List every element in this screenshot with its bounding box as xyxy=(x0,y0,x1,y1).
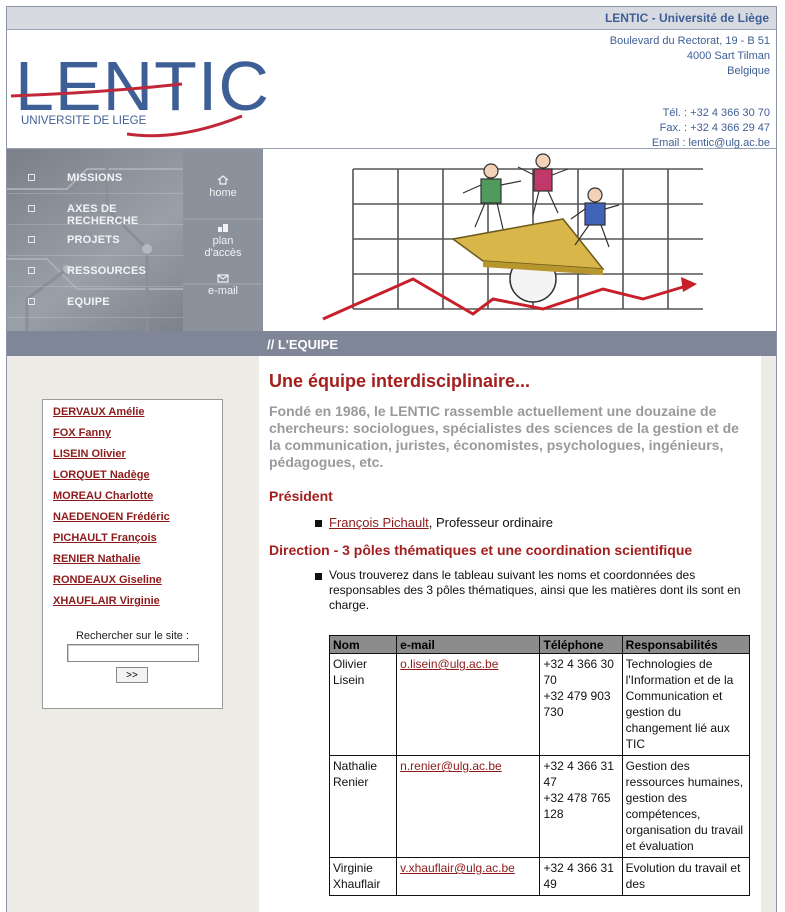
president-role: , Professeur ordinaire xyxy=(428,515,553,530)
main-menu: MISSIONS AXES DE RECHERCHE PROJETS RESSO… xyxy=(7,163,183,318)
bullet-icon xyxy=(28,174,35,181)
intro-paragraph: Fondé en 1986, le LENTIC rassemble actue… xyxy=(269,403,739,470)
logo-subtitle: UNIVERSITE DE LIEGE xyxy=(21,115,147,127)
map-icon xyxy=(218,224,228,232)
site-title: LENTIC - Université de Liège xyxy=(604,11,769,25)
cell-email: o.lisein@ulg.ac.be xyxy=(396,653,541,756)
address-country: Belgique xyxy=(727,65,770,77)
list-item: LISEIN Olivier xyxy=(53,448,222,469)
direction-heading: Direction - 3 pôles thématiques et une c… xyxy=(269,542,693,558)
cell-phone: +32 4 366 30 70 +32 479 903 730 xyxy=(539,653,623,756)
list-item: LORQUET Nadège xyxy=(53,469,222,490)
team-member-link[interactable]: LORQUET Nadège xyxy=(53,469,150,481)
email-link[interactable]: v.xhauflair@ulg.ac.be xyxy=(400,861,515,875)
team-list-box: DERVAUX Amélie FOX Fanny LISEIN Olivier … xyxy=(42,399,223,623)
contact-block: Boulevard du Rectorat, 19 - B 51 4000 Sa… xyxy=(610,34,770,151)
lentic-logo[interactable]: LENTIC UNIVERSITE DE LIEGE xyxy=(7,30,277,148)
list-item: PICHAULT François xyxy=(53,532,222,553)
section-bar: // L'EQUIPE xyxy=(7,331,777,356)
section-title: // L'EQUIPE xyxy=(267,337,338,352)
search-submit-button[interactable]: >> xyxy=(116,667,148,683)
navigation-band: MISSIONS AXES DE RECHERCHE PROJETS RESSO… xyxy=(7,149,777,331)
cell-phone: +32 4 366 31 47 +32 478 765 128 xyxy=(539,755,623,858)
plan-acces-link[interactable]: plan d'accès xyxy=(183,223,263,259)
address-line-1: Boulevard du Rectorat, 19 - B 51 xyxy=(609,35,770,47)
phone-number: Tél. : +32 4 366 30 70 xyxy=(662,107,770,119)
menu-item-projets[interactable]: PROJETS xyxy=(7,225,183,256)
column-header: Téléphone xyxy=(539,635,623,654)
list-item: DERVAUX Amélie xyxy=(53,406,222,427)
cell-phone: +32 4 366 31 49 xyxy=(539,857,623,896)
email-link[interactable]: n.renier@ulg.ac.be xyxy=(400,759,502,773)
team-member-link[interactable]: LISEIN Olivier xyxy=(53,448,126,460)
list-item: FOX Fanny xyxy=(53,427,222,448)
quick-links: home plan d'accès e-mail xyxy=(183,149,263,331)
main-content: Une équipe interdisciplinaire... Fondé e… xyxy=(259,356,761,912)
page: LENTIC - Université de Liège LENTIC UNIV… xyxy=(0,0,785,912)
cell-email: v.xhauflair@ulg.ac.be xyxy=(396,857,541,896)
bullet-icon xyxy=(315,573,322,580)
table-row: Virginie Xhauflair v.xhauflair@ulg.ac.be… xyxy=(328,857,751,896)
team-member-link[interactable]: DERVAUX Amélie xyxy=(53,406,145,418)
cell-name: Nathalie Renier xyxy=(328,755,398,858)
search-box: Rechercher sur le site : >> xyxy=(42,622,223,709)
table-row: Olivier Lisein o.lisein@ulg.ac.be +32 4 … xyxy=(328,653,751,756)
fax-number: Fax. : +32 4 366 29 47 xyxy=(659,122,770,134)
cell-responsibility: Technologies de l'Information et de la C… xyxy=(621,653,751,756)
team-member-link[interactable]: XHAUFLAIR Virginie xyxy=(53,595,160,607)
cell-name: Olivier Lisein xyxy=(328,653,398,756)
right-margin-strip xyxy=(761,356,777,912)
list-item: NAEDENOEN Frédéric xyxy=(53,511,222,532)
email-link[interactable]: e-mail xyxy=(183,273,263,297)
envelope-icon xyxy=(217,274,229,283)
menu-item-missions[interactable]: MISSIONS xyxy=(7,163,183,194)
responsibles-table: Nom e-mail Téléphone Responsabilités Oli… xyxy=(328,635,751,896)
column-header: e-mail xyxy=(396,635,541,654)
hero-illustration xyxy=(263,149,777,331)
list-item: MOREAU Charlotte xyxy=(53,490,222,511)
direction-paragraph: Vous trouverez dans le tableau suivant l… xyxy=(315,568,749,613)
bullet-icon xyxy=(28,298,35,305)
search-label: Rechercher sur le site : xyxy=(75,630,190,642)
left-column: DERVAUX Amélie FOX Fanny LISEIN Olivier … xyxy=(7,356,259,912)
list-item: RONDEAUX Giseline xyxy=(53,574,222,595)
column-header: Nom xyxy=(328,635,398,654)
search-input[interactable] xyxy=(67,644,199,662)
cell-responsibility: Evolution du travail et des xyxy=(621,857,751,896)
list-item: XHAUFLAIR Virginie xyxy=(53,595,222,616)
bullet-icon xyxy=(28,267,35,274)
cell-name: Virginie Xhauflair xyxy=(328,857,398,896)
team-member-link[interactable]: PICHAULT François xyxy=(53,532,157,544)
president-line: François Pichault, Professeur ordinaire xyxy=(315,515,553,530)
cell-email: n.renier@ulg.ac.be xyxy=(396,755,541,858)
email-link[interactable]: o.lisein@ulg.ac.be xyxy=(400,657,498,671)
top-bar: LENTIC - Université de Liège xyxy=(7,7,777,30)
menu-item-equipe[interactable]: EQUIPE xyxy=(7,287,183,318)
menu-item-ressources[interactable]: RESSOURCES xyxy=(7,256,183,287)
bullet-icon xyxy=(28,236,35,243)
table-row: Nathalie Renier n.renier@ulg.ac.be +32 4… xyxy=(328,755,751,858)
bullet-icon xyxy=(315,520,322,527)
logo-wordmark: LENTIC xyxy=(15,47,270,125)
team-member-link[interactable]: MOREAU Charlotte xyxy=(53,490,153,502)
header: LENTIC UNIVERSITE DE LIEGE Boulevard du … xyxy=(7,30,777,149)
cell-responsibility: Gestion des ressources humaines, gestion… xyxy=(621,755,751,858)
home-icon xyxy=(217,175,229,185)
bullet-icon xyxy=(28,205,35,212)
team-member-link[interactable]: RONDEAUX Giseline xyxy=(53,574,162,586)
menu-item-axes-de-recherche[interactable]: AXES DE RECHERCHE xyxy=(7,194,183,227)
president-link[interactable]: François Pichault xyxy=(329,515,429,530)
home-link[interactable]: home xyxy=(183,175,263,199)
page-heading: Une équipe interdisciplinaire... xyxy=(269,371,531,391)
team-member-link[interactable]: RENIER Nathalie xyxy=(53,553,140,565)
team-list: DERVAUX Amélie FOX Fanny LISEIN Olivier … xyxy=(43,400,222,616)
president-heading: Président xyxy=(269,488,333,504)
list-item: RENIER Nathalie xyxy=(53,553,222,574)
table-header-row: Nom e-mail Téléphone Responsabilités xyxy=(328,635,751,654)
column-header: Responsabilités xyxy=(621,635,751,654)
team-member-link[interactable]: FOX Fanny xyxy=(53,427,111,439)
address-line-2: 4000 Sart Tilman xyxy=(686,50,770,62)
team-member-link[interactable]: NAEDENOEN Frédéric xyxy=(53,511,170,523)
